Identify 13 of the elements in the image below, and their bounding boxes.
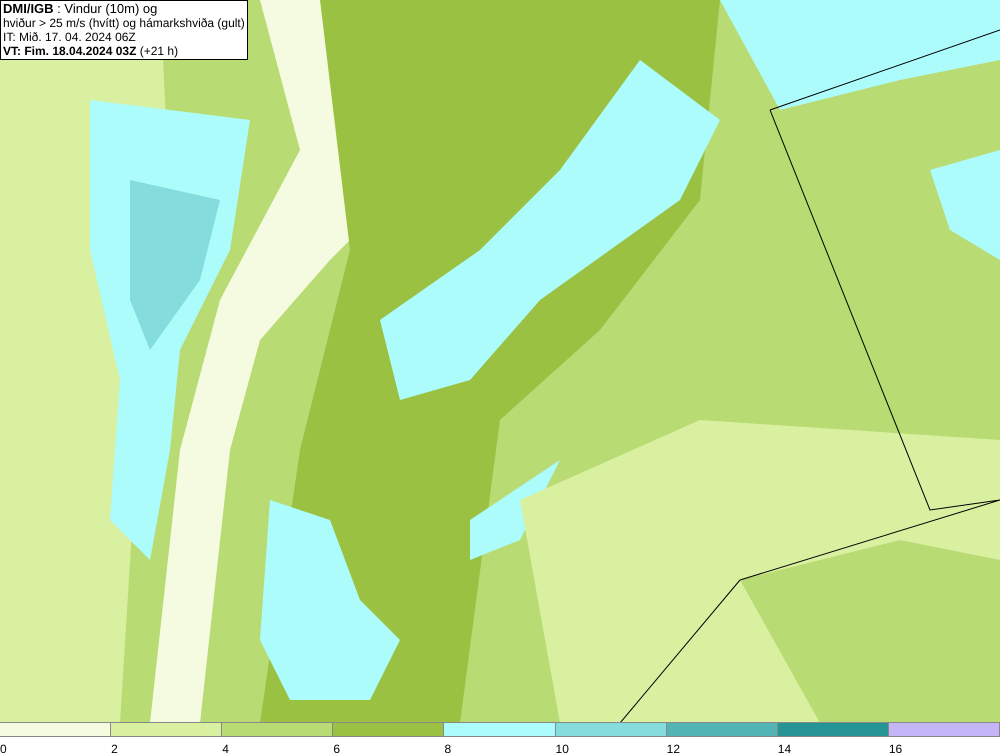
scale-label: 16	[888, 742, 902, 753]
scale-label: 10	[556, 742, 569, 753]
header-text: DMI/IGB : Vindur (10m) og	[3, 2, 158, 16]
scale-label: 0	[0, 742, 7, 753]
header-text: IT: Mið. 17. 04. 2024 06Z	[3, 30, 137, 44]
header-text: hviður > 25 m/s (hvítt) og hámarkshviða (gult)	[3, 16, 245, 30]
header-text: VT: Fim. 18.04.2024 03Z (+21 h)	[3, 44, 180, 58]
scale-label: 14	[778, 742, 792, 753]
scale-label: 6	[333, 742, 340, 753]
scale-label: 2	[111, 742, 118, 753]
scale-label: 4	[222, 742, 229, 753]
scale-label: 12	[666, 742, 680, 753]
scale-label: 8	[444, 742, 452, 753]
